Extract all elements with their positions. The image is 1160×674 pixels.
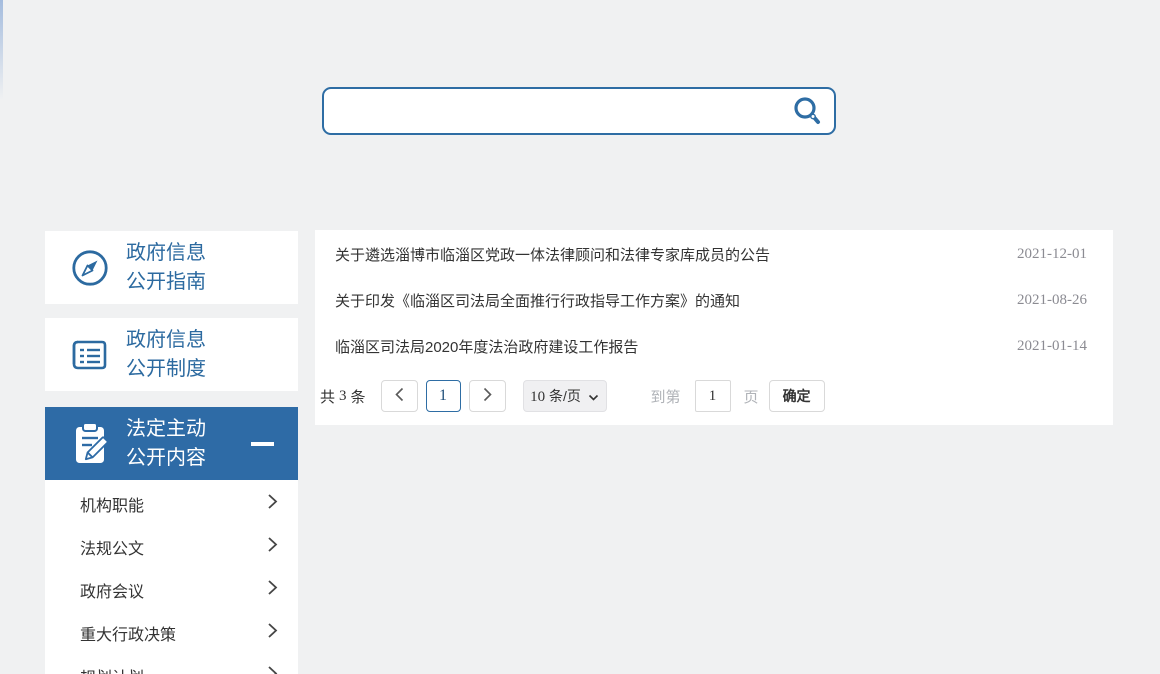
submenu-label: 重大行政决策 — [80, 626, 177, 644]
chevron-right-icon — [267, 493, 278, 515]
page-size-select[interactable]: 10 条/页 — [522, 380, 607, 412]
article-link[interactable]: 关于印发《临淄区司法局全面推行行政指导工作方案》的通知 — [335, 290, 740, 311]
search-button[interactable] — [780, 89, 834, 133]
page: 政府信息 公开指南 政府信息 公开制度 法定主动 公开内容 机构职能 法规公文 … — [0, 0, 1160, 674]
prev-page-button[interactable] — [380, 380, 418, 412]
minus-icon — [251, 442, 274, 446]
chevron-left-icon — [394, 387, 405, 405]
submenu-label: 规划计划 — [80, 664, 144, 674]
sidebar-submenu: 机构职能 法规公文 政府会议 重大行政决策 — [45, 480, 298, 674]
pagination: 共3条 1 10 条/页 到第 1 页 确定 — [315, 373, 1113, 419]
submenu-label: 政府会议 — [80, 583, 145, 601]
sidebar-item-label: 法定主动 公开内容 — [126, 417, 206, 469]
sidebar-subitem-plans[interactable]: 规划计划 — [45, 654, 298, 674]
sidebar-item-guide[interactable]: 政府信息 公开指南 — [45, 231, 298, 304]
clipboard-pencil-icon — [69, 421, 111, 467]
left-accent-line — [0, 0, 3, 100]
article-date: 2021-08-26 — [1017, 291, 1087, 308]
list-item: 关于印发《临淄区司法局全面推行行政指导工作方案》的通知 2021-08-26 — [315, 277, 1113, 323]
confirm-button[interactable]: 确定 — [768, 380, 825, 412]
chevron-right-icon — [267, 622, 278, 644]
sidebar-subitem-regulations[interactable]: 法规公文 — [45, 525, 298, 568]
chevron-right-icon — [267, 665, 278, 674]
goto-page-prefix: 到第 — [650, 388, 681, 406]
goto-page-input[interactable] — [694, 380, 731, 412]
sidebar: 政府信息 公开指南 政府信息 公开制度 法定主动 公开内容 机构职能 法规公文 … — [45, 231, 298, 674]
submenu-label: 机构职能 — [80, 497, 145, 515]
sidebar-item-label: 政府信息 公开指南 — [126, 241, 206, 293]
ledger-icon — [69, 337, 111, 373]
article-link[interactable]: 临淄区司法局2020年度法治政府建设工作报告 — [335, 336, 638, 357]
article-date: 2021-01-14 — [1017, 337, 1087, 354]
article-link[interactable]: 关于遴选淄博市临淄区党政一体法律顾问和法律专家库成员的公告 — [335, 244, 770, 265]
sidebar-item-label: 政府信息 公开制度 — [126, 328, 206, 380]
chevron-down-icon — [588, 388, 599, 404]
page-button-1[interactable]: 1 — [425, 380, 461, 412]
list-item: 临淄区司法局2020年度法治政府建设工作报告 2021-01-14 — [315, 323, 1113, 369]
sidebar-subitem-major-decisions[interactable]: 重大行政决策 — [45, 611, 298, 654]
sidebar-item-statutory-disclosure[interactable]: 法定主动 公开内容 — [45, 407, 298, 480]
sidebar-subitem-agency-functions[interactable]: 机构职能 — [45, 482, 298, 525]
news-list-panel: 关于遴选淄博市临淄区党政一体法律顾问和法律专家库成员的公告 2021-12-01… — [315, 230, 1113, 425]
list-item: 关于遴选淄博市临淄区党政一体法律顾问和法律专家库成员的公告 2021-12-01 — [315, 231, 1113, 277]
next-page-button[interactable] — [468, 380, 506, 412]
chevron-right-icon — [267, 536, 278, 558]
search-bar — [322, 87, 836, 135]
chevron-right-icon — [267, 579, 278, 601]
chevron-right-icon — [482, 387, 493, 405]
sidebar-item-system[interactable]: 政府信息 公开制度 — [45, 318, 298, 391]
total-count: 共3条 — [320, 387, 366, 406]
goto-page-suffix: 页 — [743, 388, 759, 406]
submenu-label: 法规公文 — [80, 540, 145, 558]
search-icon — [791, 95, 823, 127]
search-input[interactable] — [324, 89, 780, 133]
compass-icon — [69, 248, 111, 288]
article-date: 2021-12-01 — [1017, 245, 1087, 262]
sidebar-subitem-government-meetings[interactable]: 政府会议 — [45, 568, 298, 611]
page-size-label: 10 条/页 — [530, 388, 581, 405]
